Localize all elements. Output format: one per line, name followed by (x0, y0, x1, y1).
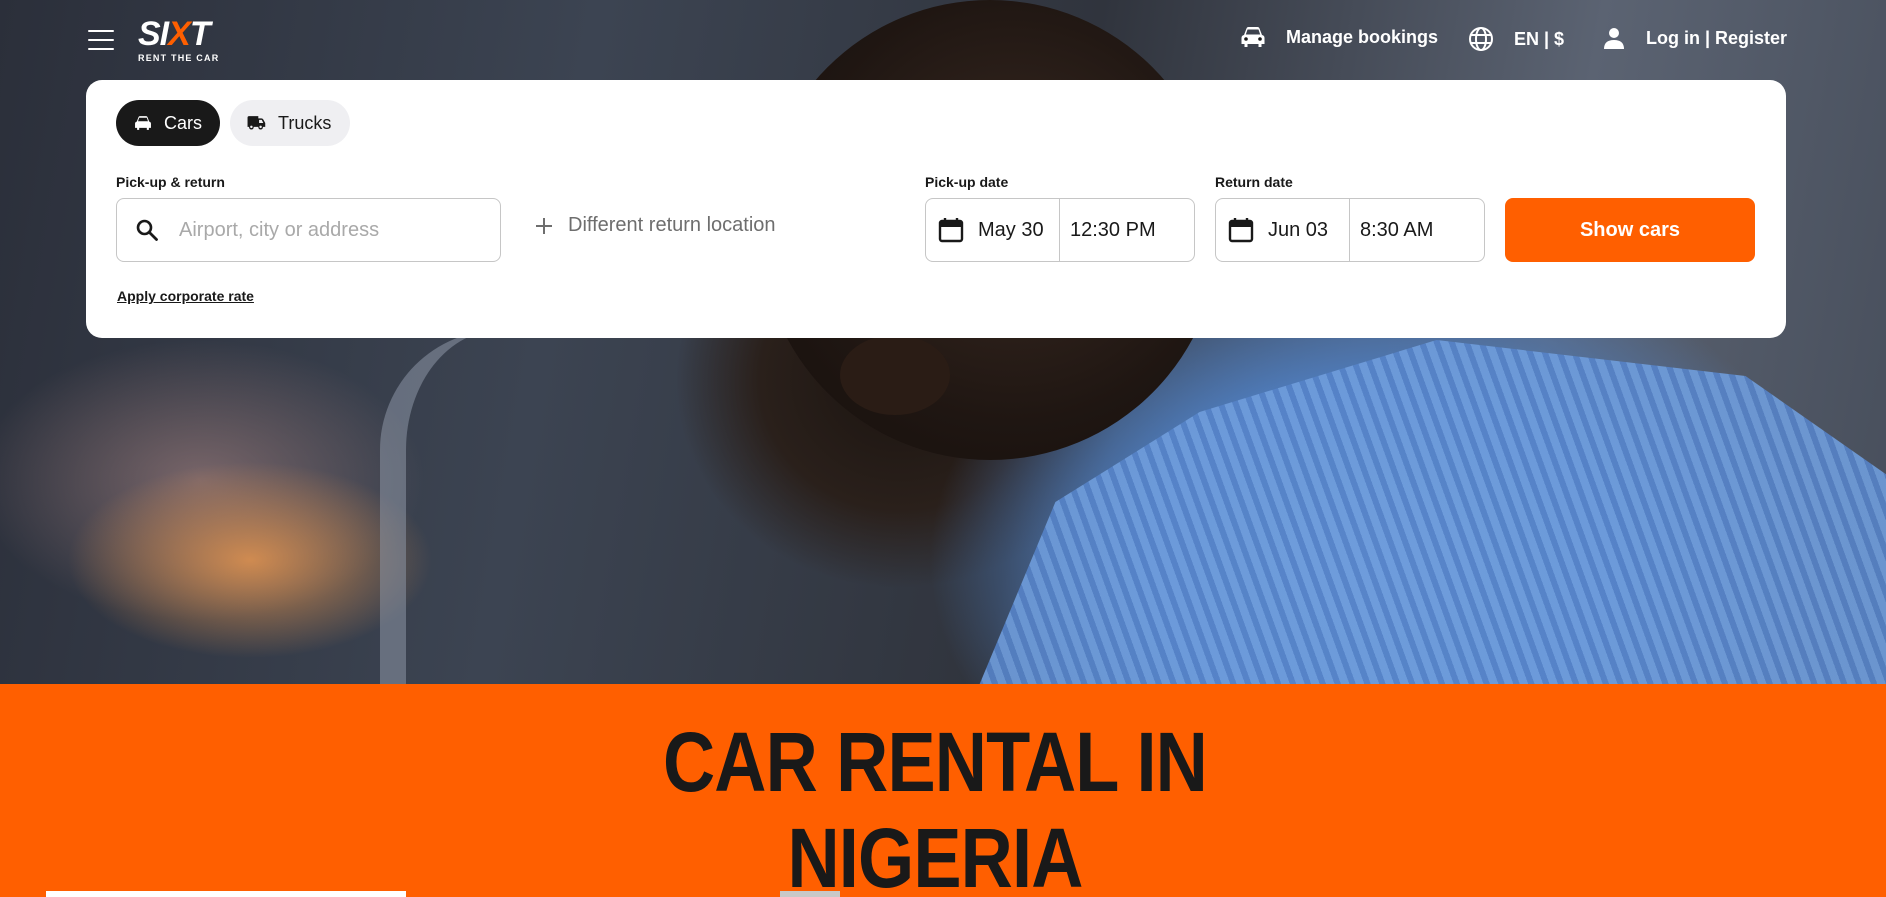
tab-trucks[interactable]: Trucks (230, 100, 350, 146)
login-register-label: Log in | Register (1646, 27, 1788, 48)
location-input[interactable] (179, 218, 479, 242)
pickup-date-value: May 30 (978, 218, 1044, 241)
car-door-shape (380, 330, 610, 684)
language-currency-label: EN | $ (1514, 28, 1565, 49)
language-currency-selector[interactable]: EN | $ (1468, 26, 1564, 52)
globe-icon (1469, 27, 1493, 51)
plus-icon (536, 217, 552, 234)
pickup-time-value: 12:30 PM (1070, 218, 1156, 241)
different-return-location-button[interactable]: Different return location (534, 214, 776, 237)
pickup-return-label: Pick-up & return (116, 174, 225, 190)
pickup-date-label: Pick-up date (925, 174, 1009, 190)
tab-cars-label: Cars (164, 112, 203, 133)
page-title-line1: CAR RENTAL IN (662, 715, 1208, 809)
location-field[interactable] (116, 198, 501, 262)
return-datetime-field: Jun 03 8:30 AM (1215, 198, 1485, 262)
login-register-link[interactable]: Log in | Register (1602, 26, 1787, 50)
logo-wordmark: SIXT (138, 15, 211, 53)
manage-bookings-label: Manage bookings (1286, 26, 1439, 47)
calendar-icon (938, 218, 964, 243)
truck-icon (247, 116, 266, 130)
content-card-peek (46, 891, 406, 897)
return-date-value: Jun 03 (1268, 218, 1329, 241)
return-time-value: 8:30 AM (1360, 218, 1434, 241)
return-date-button[interactable]: Jun 03 (1216, 199, 1350, 261)
return-date-label: Return date (1215, 174, 1293, 190)
tab-cars[interactable]: Cars (116, 100, 220, 146)
page-title: CAR RENTAL IN NIGERIA (131, 714, 1739, 897)
pickup-date-button[interactable]: May 30 (926, 199, 1060, 261)
page-title-banner: CAR RENTAL IN NIGERIA (0, 684, 1886, 897)
person-ear-shape (840, 335, 950, 415)
show-cars-button[interactable]: Show cars (1505, 198, 1755, 262)
search-icon (136, 219, 158, 241)
apply-corporate-rate-link[interactable]: Apply corporate rate (117, 288, 254, 304)
hamburger-menu-icon[interactable] (88, 30, 114, 50)
car-icon (135, 116, 151, 130)
page-title-line2: NIGERIA (787, 811, 1083, 897)
pickup-time-button[interactable]: 12:30 PM (1060, 199, 1156, 261)
return-time-button[interactable]: 8:30 AM (1350, 199, 1433, 261)
logo-tagline: RENT THE CAR (138, 53, 220, 63)
pickup-datetime-field: May 30 12:30 PM (925, 198, 1195, 262)
user-icon (1604, 28, 1624, 49)
car-icon (1241, 27, 1265, 47)
calendar-icon (1228, 218, 1254, 243)
different-return-label: Different return location (568, 214, 776, 236)
tab-trucks-label: Trucks (278, 112, 332, 133)
content-card-peek (780, 891, 840, 897)
sixt-logo[interactable]: SIXT RENT THE CAR (138, 17, 219, 63)
manage-bookings-link[interactable]: Manage bookings (1240, 26, 1438, 48)
booking-widget: Cars Trucks Pick-up & return Different r… (86, 80, 1786, 338)
